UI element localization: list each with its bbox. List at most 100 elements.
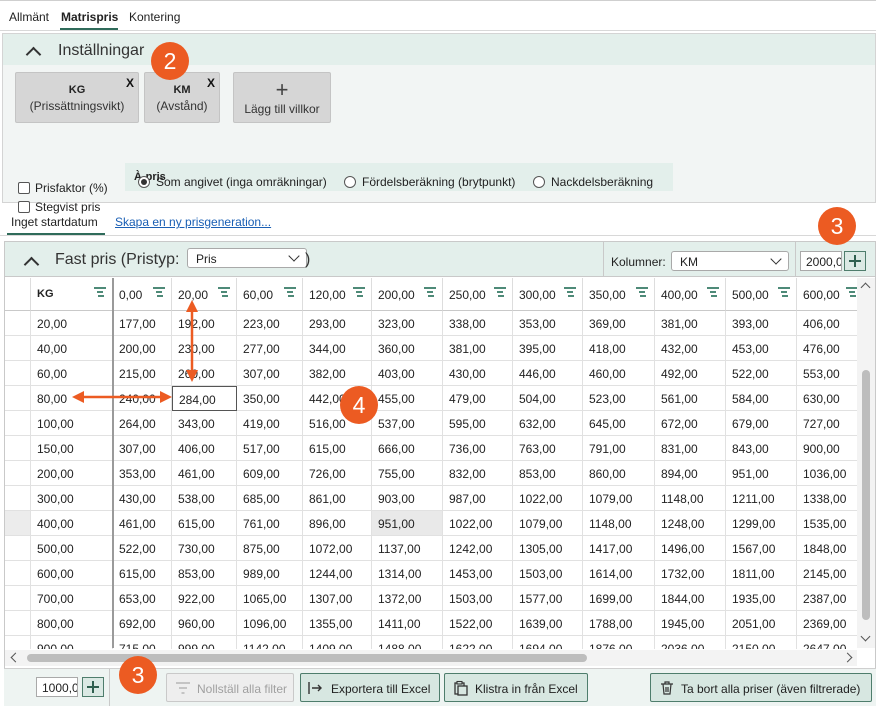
column-header[interactable]: 500,00 bbox=[726, 278, 797, 311]
price-cell[interactable]: 406,00 bbox=[797, 311, 857, 336]
price-cell[interactable]: 1096,00 bbox=[237, 611, 303, 636]
row-header-cell[interactable]: 400,00 bbox=[31, 511, 113, 536]
price-cell[interactable]: 1935,00 bbox=[726, 586, 797, 611]
price-cell[interactable]: 951,00 bbox=[372, 511, 443, 536]
price-cell[interactable]: 726,00 bbox=[303, 461, 372, 486]
price-cell[interactable]: 1811,00 bbox=[726, 561, 797, 586]
price-cell[interactable]: 430,00 bbox=[113, 486, 172, 511]
price-cell[interactable]: 1299,00 bbox=[726, 511, 797, 536]
price-cell[interactable]: 264,00 bbox=[113, 411, 172, 436]
price-cell[interactable]: 1522,00 bbox=[443, 611, 513, 636]
row-header-cell[interactable]: 700,00 bbox=[31, 586, 113, 611]
price-cell[interactable]: 403,00 bbox=[372, 361, 443, 386]
price-cell[interactable]: 215,00 bbox=[113, 361, 172, 386]
price-cell[interactable]: 504,00 bbox=[513, 386, 583, 411]
checkbox-stegvist[interactable]: Stegvist pris bbox=[18, 200, 100, 214]
column-header[interactable]: 0,00 bbox=[113, 278, 172, 311]
price-cell[interactable]: 353,00 bbox=[513, 311, 583, 336]
filter-icon[interactable] bbox=[284, 287, 296, 297]
filter-icon[interactable] bbox=[153, 287, 165, 297]
price-cell[interactable]: 2369,00 bbox=[797, 611, 857, 636]
price-cell[interactable]: 523,00 bbox=[583, 386, 655, 411]
chevron-down-icon[interactable] bbox=[860, 631, 871, 642]
price-cell[interactable]: 200,00 bbox=[113, 336, 172, 361]
row-selector[interactable] bbox=[5, 511, 31, 536]
price-cell[interactable]: 1305,00 bbox=[513, 536, 583, 561]
column-header[interactable]: 60,00 bbox=[237, 278, 303, 311]
price-cell[interactable]: 894,00 bbox=[655, 461, 726, 486]
price-cell[interactable]: 987,00 bbox=[443, 486, 513, 511]
chevron-right-icon[interactable] bbox=[842, 652, 853, 663]
price-cell[interactable]: 853,00 bbox=[513, 461, 583, 486]
checkbox-box[interactable] bbox=[18, 201, 30, 213]
price-cell[interactable]: 715,00 bbox=[113, 636, 172, 649]
price-cell[interactable]: 538,00 bbox=[172, 486, 237, 511]
row-selector[interactable] bbox=[5, 436, 31, 461]
price-cell[interactable]: 522,00 bbox=[113, 536, 172, 561]
price-cell[interactable]: 1314,00 bbox=[372, 561, 443, 586]
price-cell[interactable]: 1244,00 bbox=[303, 561, 372, 586]
row-selector[interactable] bbox=[5, 386, 31, 411]
chevron-up-icon[interactable] bbox=[27, 45, 39, 57]
price-cell[interactable]: 903,00 bbox=[372, 486, 443, 511]
price-cell[interactable]: 1732,00 bbox=[655, 561, 726, 586]
price-cell[interactable]: 853,00 bbox=[172, 561, 237, 586]
radio-dot[interactable] bbox=[533, 176, 545, 188]
price-cell[interactable]: 951,00 bbox=[726, 461, 797, 486]
price-cell[interactable]: 2150,00 bbox=[726, 636, 797, 649]
price-cell[interactable]: 381,00 bbox=[655, 311, 726, 336]
price-cell[interactable]: 692,00 bbox=[113, 611, 172, 636]
price-cell[interactable]: 460,00 bbox=[583, 361, 655, 386]
price-cell[interactable]: 615,00 bbox=[113, 561, 172, 586]
row-header-cell[interactable]: 20,00 bbox=[31, 311, 113, 336]
column-header[interactable]: 250,00 bbox=[443, 278, 513, 311]
price-cell[interactable]: 1577,00 bbox=[513, 586, 583, 611]
price-cell[interactable]: 2145,00 bbox=[797, 561, 857, 586]
row-selector[interactable] bbox=[5, 586, 31, 611]
price-cell[interactable]: 861,00 bbox=[303, 486, 372, 511]
filter-icon[interactable] bbox=[353, 287, 365, 297]
radio-nackdelsberakning[interactable]: Nackdelsberäkning bbox=[533, 175, 653, 189]
column-header[interactable]: 200,00 bbox=[372, 278, 443, 311]
price-cell[interactable]: 2387,00 bbox=[797, 586, 857, 611]
price-cell[interactable]: 453,00 bbox=[726, 336, 797, 361]
radio-fordelsberakning[interactable]: Fördelsberäkning (brytpunkt) bbox=[344, 175, 515, 189]
price-cell[interactable]: 177,00 bbox=[113, 311, 172, 336]
price-cell[interactable]: 1079,00 bbox=[513, 511, 583, 536]
price-cell[interactable]: 393,00 bbox=[726, 311, 797, 336]
chevron-up-icon[interactable] bbox=[860, 282, 871, 293]
price-cell[interactable]: 1022,00 bbox=[513, 486, 583, 511]
filter-icon[interactable] bbox=[846, 287, 857, 297]
price-cell[interactable]: 293,00 bbox=[303, 311, 372, 336]
price-cell[interactable]: 223,00 bbox=[237, 311, 303, 336]
price-cell[interactable]: 344,00 bbox=[303, 336, 372, 361]
price-cell[interactable]: 1945,00 bbox=[655, 611, 726, 636]
price-cell[interactable]: 1372,00 bbox=[372, 586, 443, 611]
column-header[interactable]: 20,00 bbox=[172, 278, 237, 311]
reset-filters-button[interactable]: Nollställ alla filter bbox=[166, 673, 294, 702]
row-selector[interactable] bbox=[5, 336, 31, 361]
price-cell[interactable]: 1788,00 bbox=[583, 611, 655, 636]
price-cell[interactable]: 645,00 bbox=[583, 411, 655, 436]
price-cell[interactable]: 1142,00 bbox=[237, 636, 303, 649]
price-cell[interactable]: 1844,00 bbox=[655, 586, 726, 611]
tab-matrispris[interactable]: Matrispris bbox=[61, 10, 118, 24]
row-selector[interactable] bbox=[5, 611, 31, 636]
price-cell[interactable]: 1338,00 bbox=[797, 486, 857, 511]
price-cell[interactable]: 875,00 bbox=[237, 536, 303, 561]
price-cell[interactable]: 461,00 bbox=[172, 461, 237, 486]
row-header-cell[interactable]: 40,00 bbox=[31, 336, 113, 361]
price-cell[interactable]: 1535,00 bbox=[797, 511, 857, 536]
price-cell[interactable]: 446,00 bbox=[513, 361, 583, 386]
scrollbar-thumb[interactable] bbox=[27, 654, 587, 662]
price-cell[interactable]: 381,00 bbox=[443, 336, 513, 361]
export-excel-button[interactable]: Exportera till Excel bbox=[300, 673, 440, 702]
price-cell[interactable]: 685,00 bbox=[237, 486, 303, 511]
price-cell[interactable]: 1022,00 bbox=[443, 511, 513, 536]
price-cell[interactable]: 1417,00 bbox=[583, 536, 655, 561]
radio-dot[interactable] bbox=[344, 176, 356, 188]
price-cell[interactable]: 832,00 bbox=[443, 461, 513, 486]
filter-icon[interactable] bbox=[424, 287, 436, 297]
price-cell[interactable]: 761,00 bbox=[237, 511, 303, 536]
price-cell[interactable]: 609,00 bbox=[237, 461, 303, 486]
